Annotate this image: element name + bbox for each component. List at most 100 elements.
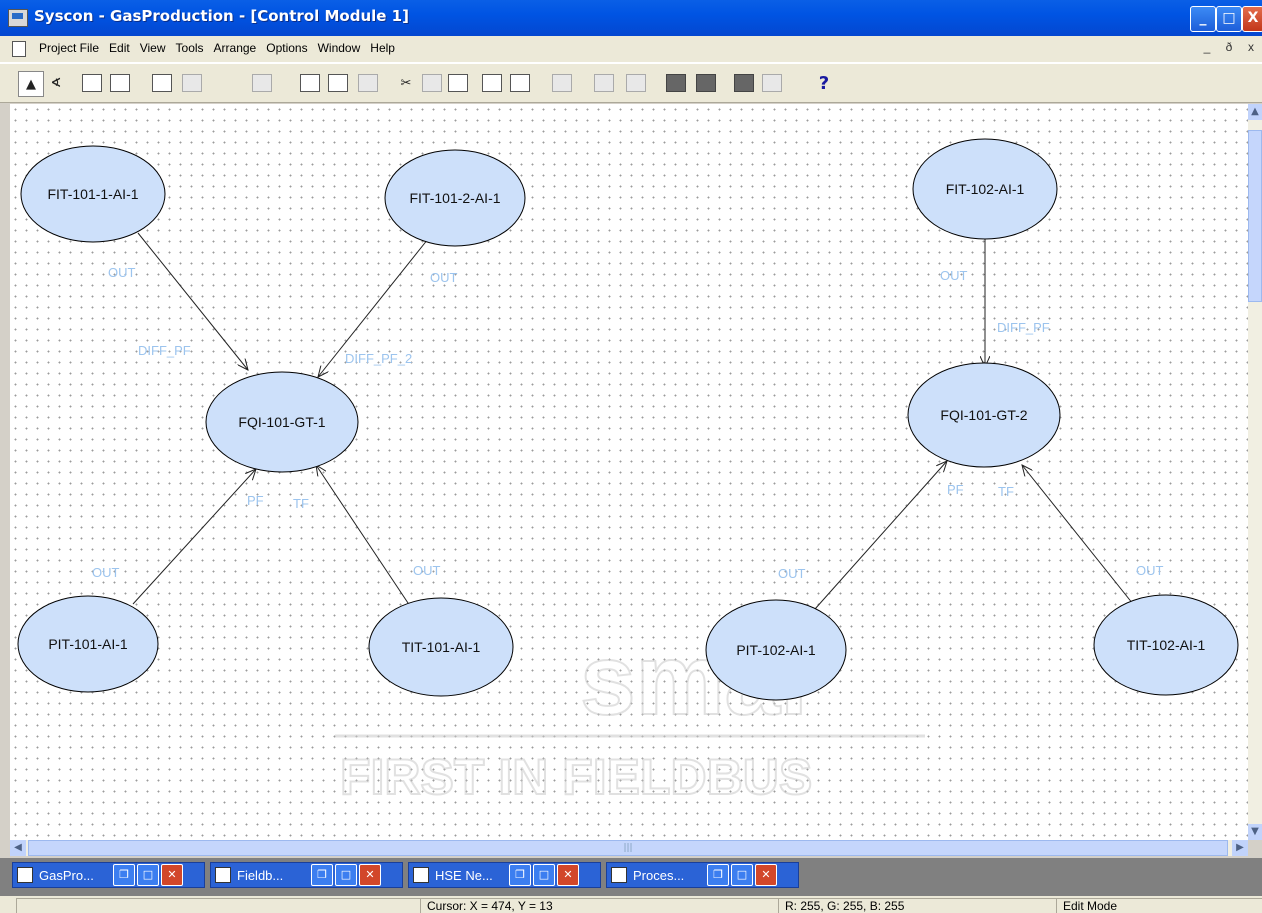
svg-text:FQI-101-GT-1: FQI-101-GT-1: [238, 414, 325, 430]
vertical-scrollbar[interactable]: ▲ ▼: [1248, 104, 1262, 840]
align-icon[interactable]: [624, 71, 648, 95]
mdi-close-button[interactable]: x: [1240, 40, 1262, 54]
vertical-scroll-thumb[interactable]: [1248, 130, 1262, 302]
menu-help[interactable]: Help: [365, 41, 400, 55]
function-block[interactable]: PIT-101-AI-1: [17, 595, 159, 693]
mode-indicator: Edit Mode: [1056, 898, 1262, 913]
menu-view[interactable]: View: [135, 41, 171, 55]
restore-icon[interactable]: ❐: [311, 864, 333, 886]
document-icon: [215, 867, 231, 883]
port-label: OUT: [940, 268, 968, 283]
link-b4-b3[interactable]: [132, 469, 256, 605]
menu-bar: Project File Edit View Tools Arrange Opt…: [0, 36, 1262, 63]
paste-icon[interactable]: [180, 71, 204, 95]
mdi-window-fieldbus[interactable]: Fieldb... ❐ □ ✕: [210, 862, 403, 888]
help-icon[interactable]: ?: [812, 71, 836, 95]
mdi-minimize-button[interactable]: _: [1196, 40, 1218, 54]
restore-icon[interactable]: ❐: [113, 864, 135, 886]
maximize-button[interactable]: □: [1216, 6, 1242, 32]
port-label: DIFF_PF: [997, 320, 1050, 335]
close-button[interactable]: X: [1242, 6, 1262, 32]
toolbar: ▲ ∢ ✂ ?: [0, 63, 1262, 103]
function-block[interactable]: PIT-102-AI-1: [705, 599, 847, 701]
maximize-icon[interactable]: □: [335, 864, 357, 886]
function-block[interactable]: TIT-101-AI-1: [368, 597, 514, 697]
function-block[interactable]: FIT-101-2-AI-1: [384, 149, 526, 247]
port-label: DIFF_PF_2: [345, 351, 412, 366]
maximize-icon[interactable]: □: [137, 864, 159, 886]
pointer-tool-icon[interactable]: ▲: [18, 71, 44, 97]
function-block[interactable]: TIT-102-AI-1: [1093, 594, 1239, 696]
scroll-up-icon[interactable]: ▲: [1248, 104, 1262, 120]
link-b8-b7[interactable]: [814, 461, 947, 610]
menu-edit[interactable]: Edit: [104, 41, 135, 55]
close-icon[interactable]: ✕: [359, 864, 381, 886]
svg-text:PIT-102-AI-1: PIT-102-AI-1: [736, 642, 816, 658]
copy-block-icon[interactable]: [326, 71, 350, 95]
mdi-window-process[interactable]: Proces... ❐ □ ✕: [606, 862, 799, 888]
mdi-window-hse-network[interactable]: HSE Ne... ❐ □ ✕: [408, 862, 601, 888]
connect-icon[interactable]: [420, 71, 444, 95]
horizontal-scroll-thumb[interactable]: |||: [28, 840, 1228, 856]
refresh-icon[interactable]: [694, 71, 718, 95]
svg-text:PIT-101-AI-1: PIT-101-AI-1: [48, 636, 128, 652]
scroll-right-icon[interactable]: ▶: [1232, 840, 1248, 856]
restore-icon[interactable]: ❐: [509, 864, 531, 886]
print-icon[interactable]: [480, 71, 504, 95]
port-label: TF: [293, 496, 309, 511]
port-label: TF: [998, 484, 1014, 499]
menu-window[interactable]: Window: [313, 41, 366, 55]
menu-tools[interactable]: Tools: [171, 41, 209, 55]
menu-arrange[interactable]: Arrange: [209, 41, 262, 55]
grid-icon[interactable]: [250, 71, 274, 95]
close-icon[interactable]: ✕: [557, 864, 579, 886]
port-label: PF: [247, 493, 264, 508]
new-block-icon[interactable]: [298, 71, 322, 95]
app-icon[interactable]: [8, 9, 28, 27]
link-b5-b3[interactable]: [316, 465, 411, 607]
maximize-icon[interactable]: □: [533, 864, 555, 886]
menu-project-file[interactable]: Project File: [34, 41, 104, 55]
diagram-canvas[interactable]: smar FIRST IN FIELDBUS OUT OUT DIFF_PF D…: [10, 104, 1248, 840]
link-b9-b7[interactable]: [1022, 465, 1134, 605]
link-tool-icon[interactable]: ∢: [44, 71, 68, 95]
mdi-restore-button[interactable]: ð: [1218, 40, 1240, 54]
copy-icon[interactable]: [150, 71, 174, 95]
order-icon[interactable]: [592, 71, 616, 95]
watermark-tagline: FIRST IN FIELDBUS: [340, 749, 812, 805]
zoom-icon[interactable]: [760, 71, 784, 95]
scroll-down-icon[interactable]: ▼: [1248, 824, 1262, 840]
port-label: OUT: [413, 563, 441, 578]
restore-icon[interactable]: ❐: [707, 864, 729, 886]
function-block[interactable]: FIT-102-AI-1: [912, 138, 1058, 240]
monitor-icon[interactable]: [550, 71, 574, 95]
menu-options[interactable]: Options: [261, 41, 312, 55]
stop-icon[interactable]: [664, 71, 688, 95]
minimize-button[interactable]: _: [1190, 6, 1216, 32]
text-tool-icon[interactable]: [80, 71, 104, 95]
scroll-left-icon[interactable]: ◀: [10, 840, 26, 856]
export-icon[interactable]: [446, 71, 470, 95]
svg-text:FIT-101-2-AI-1: FIT-101-2-AI-1: [409, 190, 500, 206]
svg-text:FIT-101-1-AI-1: FIT-101-1-AI-1: [47, 186, 138, 202]
function-block[interactable]: FQI-101-GT-2: [907, 362, 1061, 468]
block-icon[interactable]: [732, 71, 756, 95]
close-icon[interactable]: ✕: [161, 864, 183, 886]
maximize-icon[interactable]: □: [731, 864, 753, 886]
color-readout: R: 255, G: 255, B: 255: [778, 898, 1056, 913]
horizontal-scrollbar[interactable]: ◀ ||| ▶: [10, 840, 1248, 856]
svg-text:FQI-101-GT-2: FQI-101-GT-2: [940, 407, 1027, 423]
paste-block-icon[interactable]: [356, 71, 380, 95]
document-icon[interactable]: [12, 41, 26, 57]
cut-icon[interactable]: ✂: [394, 71, 418, 95]
svg-text:TIT-102-AI-1: TIT-102-AI-1: [1127, 637, 1206, 653]
function-block[interactable]: FQI-101-GT-1: [205, 371, 359, 473]
preview-icon[interactable]: [508, 71, 532, 95]
title-bar[interactable]: Syscon - GasProduction - [Control Module…: [0, 0, 1262, 36]
function-block[interactable]: FIT-101-1-AI-1: [20, 145, 166, 243]
mdi-window-gasproduction[interactable]: GasPro... ❐ □ ✕: [12, 862, 205, 888]
status-bar: Cursor: X = 474, Y = 13 R: 255, G: 255, …: [0, 896, 1262, 913]
attach-icon[interactable]: [108, 71, 132, 95]
svg-text:FIT-102-AI-1: FIT-102-AI-1: [946, 181, 1025, 197]
close-icon[interactable]: ✕: [755, 864, 777, 886]
